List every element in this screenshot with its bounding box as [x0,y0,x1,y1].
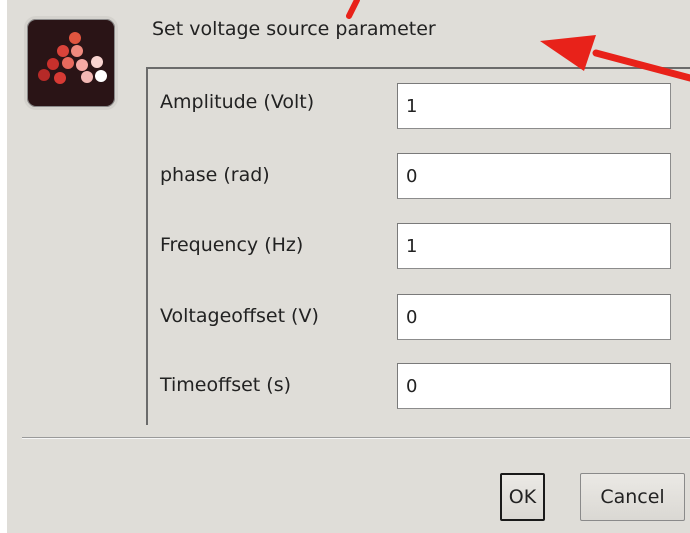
phase-label: phase (rad) [160,164,270,186]
voltage-offset-input[interactable] [397,294,671,340]
ok-button[interactable]: OK [500,473,545,521]
amplitude-label: Amplitude (Volt) [160,91,315,113]
amplitude-input[interactable] [397,83,671,129]
time-offset-input[interactable] [397,363,671,409]
frequency-input[interactable] [397,223,671,269]
voltage-offset-label: Voltageoffset (V) [160,305,319,327]
cancel-button[interactable]: Cancel [580,473,685,521]
time-offset-label: Timeoffset (s) [160,374,292,396]
frequency-label: Frequency (Hz) [160,234,304,256]
app-logo-icon [24,16,118,110]
phase-input[interactable] [397,153,671,199]
button-separator [22,437,690,439]
dialog-title: Set voltage source parameter [152,18,436,40]
